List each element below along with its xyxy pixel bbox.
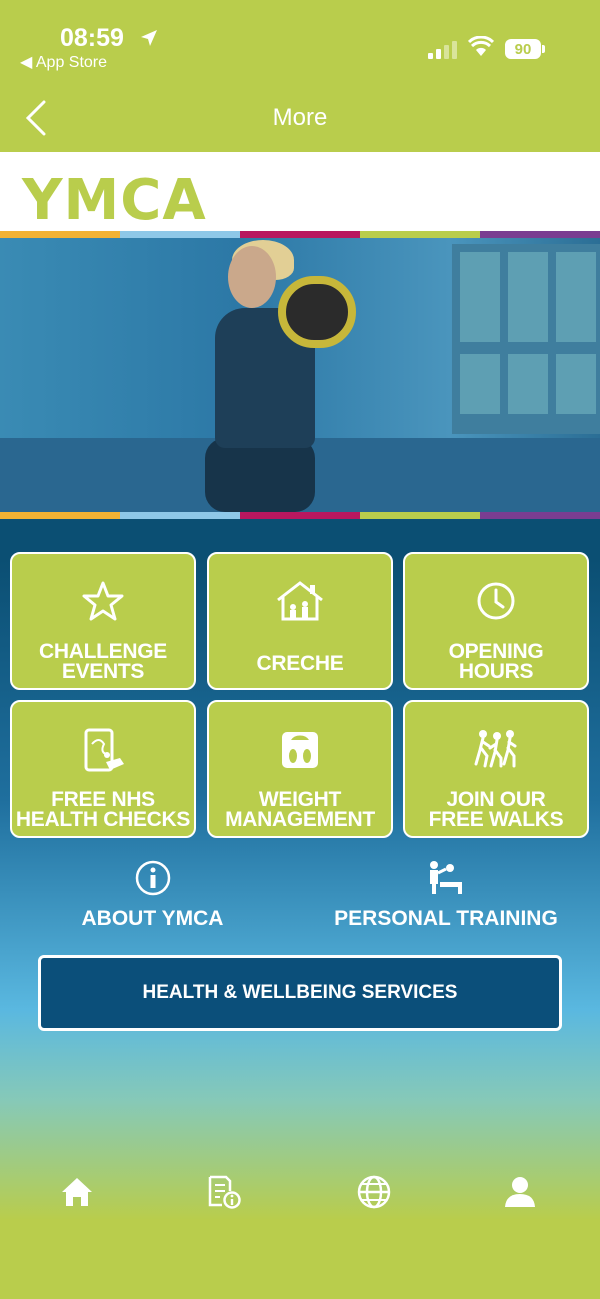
stripe-segment [0, 512, 120, 519]
page-title: More [272, 104, 328, 131]
hero-sandbag [278, 276, 356, 348]
tab-profile[interactable] [500, 1172, 540, 1212]
back-to-app-store[interactable]: ◀ App Store [20, 52, 107, 72]
hero-image [0, 238, 600, 512]
tile-label: OPENING HOURS [448, 640, 544, 683]
tile-label: CHALLENGE EVENTS [39, 640, 167, 683]
stripe-segment [480, 512, 600, 519]
about-ymca-label: ABOUT YMCA [81, 907, 224, 930]
walkers-icon [474, 730, 517, 768]
profile-icon [505, 1177, 535, 1207]
tile-label: CRECHE [256, 652, 344, 675]
scale-icon [282, 732, 318, 768]
battery-indicator: 90 [505, 39, 541, 59]
tablet-health-icon [84, 728, 124, 772]
document-info-icon [208, 1175, 241, 1209]
globe-icon [357, 1175, 391, 1209]
info-icon [135, 860, 170, 896]
wifi-icon [468, 36, 494, 56]
hero-person-legs [205, 438, 315, 512]
tile-label: FREE NHS HEALTH CHECKS [15, 788, 191, 831]
tile-opening-hours[interactable]: OPENING HOURS [403, 552, 589, 690]
location-arrow-icon [141, 30, 157, 46]
tile-challenge-events[interactable]: CHALLENGE EVENTS [10, 552, 196, 690]
personal-trainer-icon [430, 861, 462, 894]
tile-label: JOIN OUR FREE WALKS [428, 788, 564, 831]
clock-icon [477, 582, 515, 620]
tab-web[interactable] [354, 1172, 394, 1212]
about-ymca-link[interactable]: ABOUT YMCA [60, 860, 245, 931]
personal-training-link[interactable]: PERSONAL TRAINING [330, 860, 562, 931]
house-icon [277, 581, 323, 621]
status-time: 08:59 [60, 24, 124, 52]
stripe-segment [0, 231, 120, 238]
tab-documents[interactable] [204, 1172, 244, 1212]
battery-tip [542, 45, 545, 53]
stripe-segment [480, 231, 600, 238]
stripe-segment [120, 231, 240, 238]
color-stripe-bottom [0, 512, 600, 519]
stripe-segment [240, 231, 360, 238]
tile-free-nhs-health-checks[interactable]: FREE NHS HEALTH CHECKS [10, 700, 196, 838]
stripe-segment [360, 512, 480, 519]
personal-training-label: PERSONAL TRAINING [334, 907, 558, 930]
tile-label: WEIGHT MANAGEMENT [225, 788, 375, 831]
stripe-segment [120, 512, 240, 519]
tile-join-our-free-walks[interactable]: JOIN OUR FREE WALKS [403, 700, 589, 838]
ymca-logo: YMCA [22, 168, 207, 233]
color-stripe-top [0, 231, 600, 238]
hero-window [452, 244, 600, 434]
tab-home[interactable] [57, 1172, 97, 1212]
signal-icon [428, 41, 457, 59]
stripe-segment [240, 512, 360, 519]
star-icon [82, 581, 124, 621]
hero-person-head [228, 246, 276, 308]
tile-weight-management[interactable]: WEIGHT MANAGEMENT [207, 700, 393, 838]
tile-creche[interactable]: CRECHE [207, 552, 393, 690]
stripe-segment [360, 231, 480, 238]
home-icon [62, 1178, 92, 1206]
health-wellbeing-services-button[interactable]: HEALTH & WELLBEING SERVICES [38, 955, 562, 1031]
